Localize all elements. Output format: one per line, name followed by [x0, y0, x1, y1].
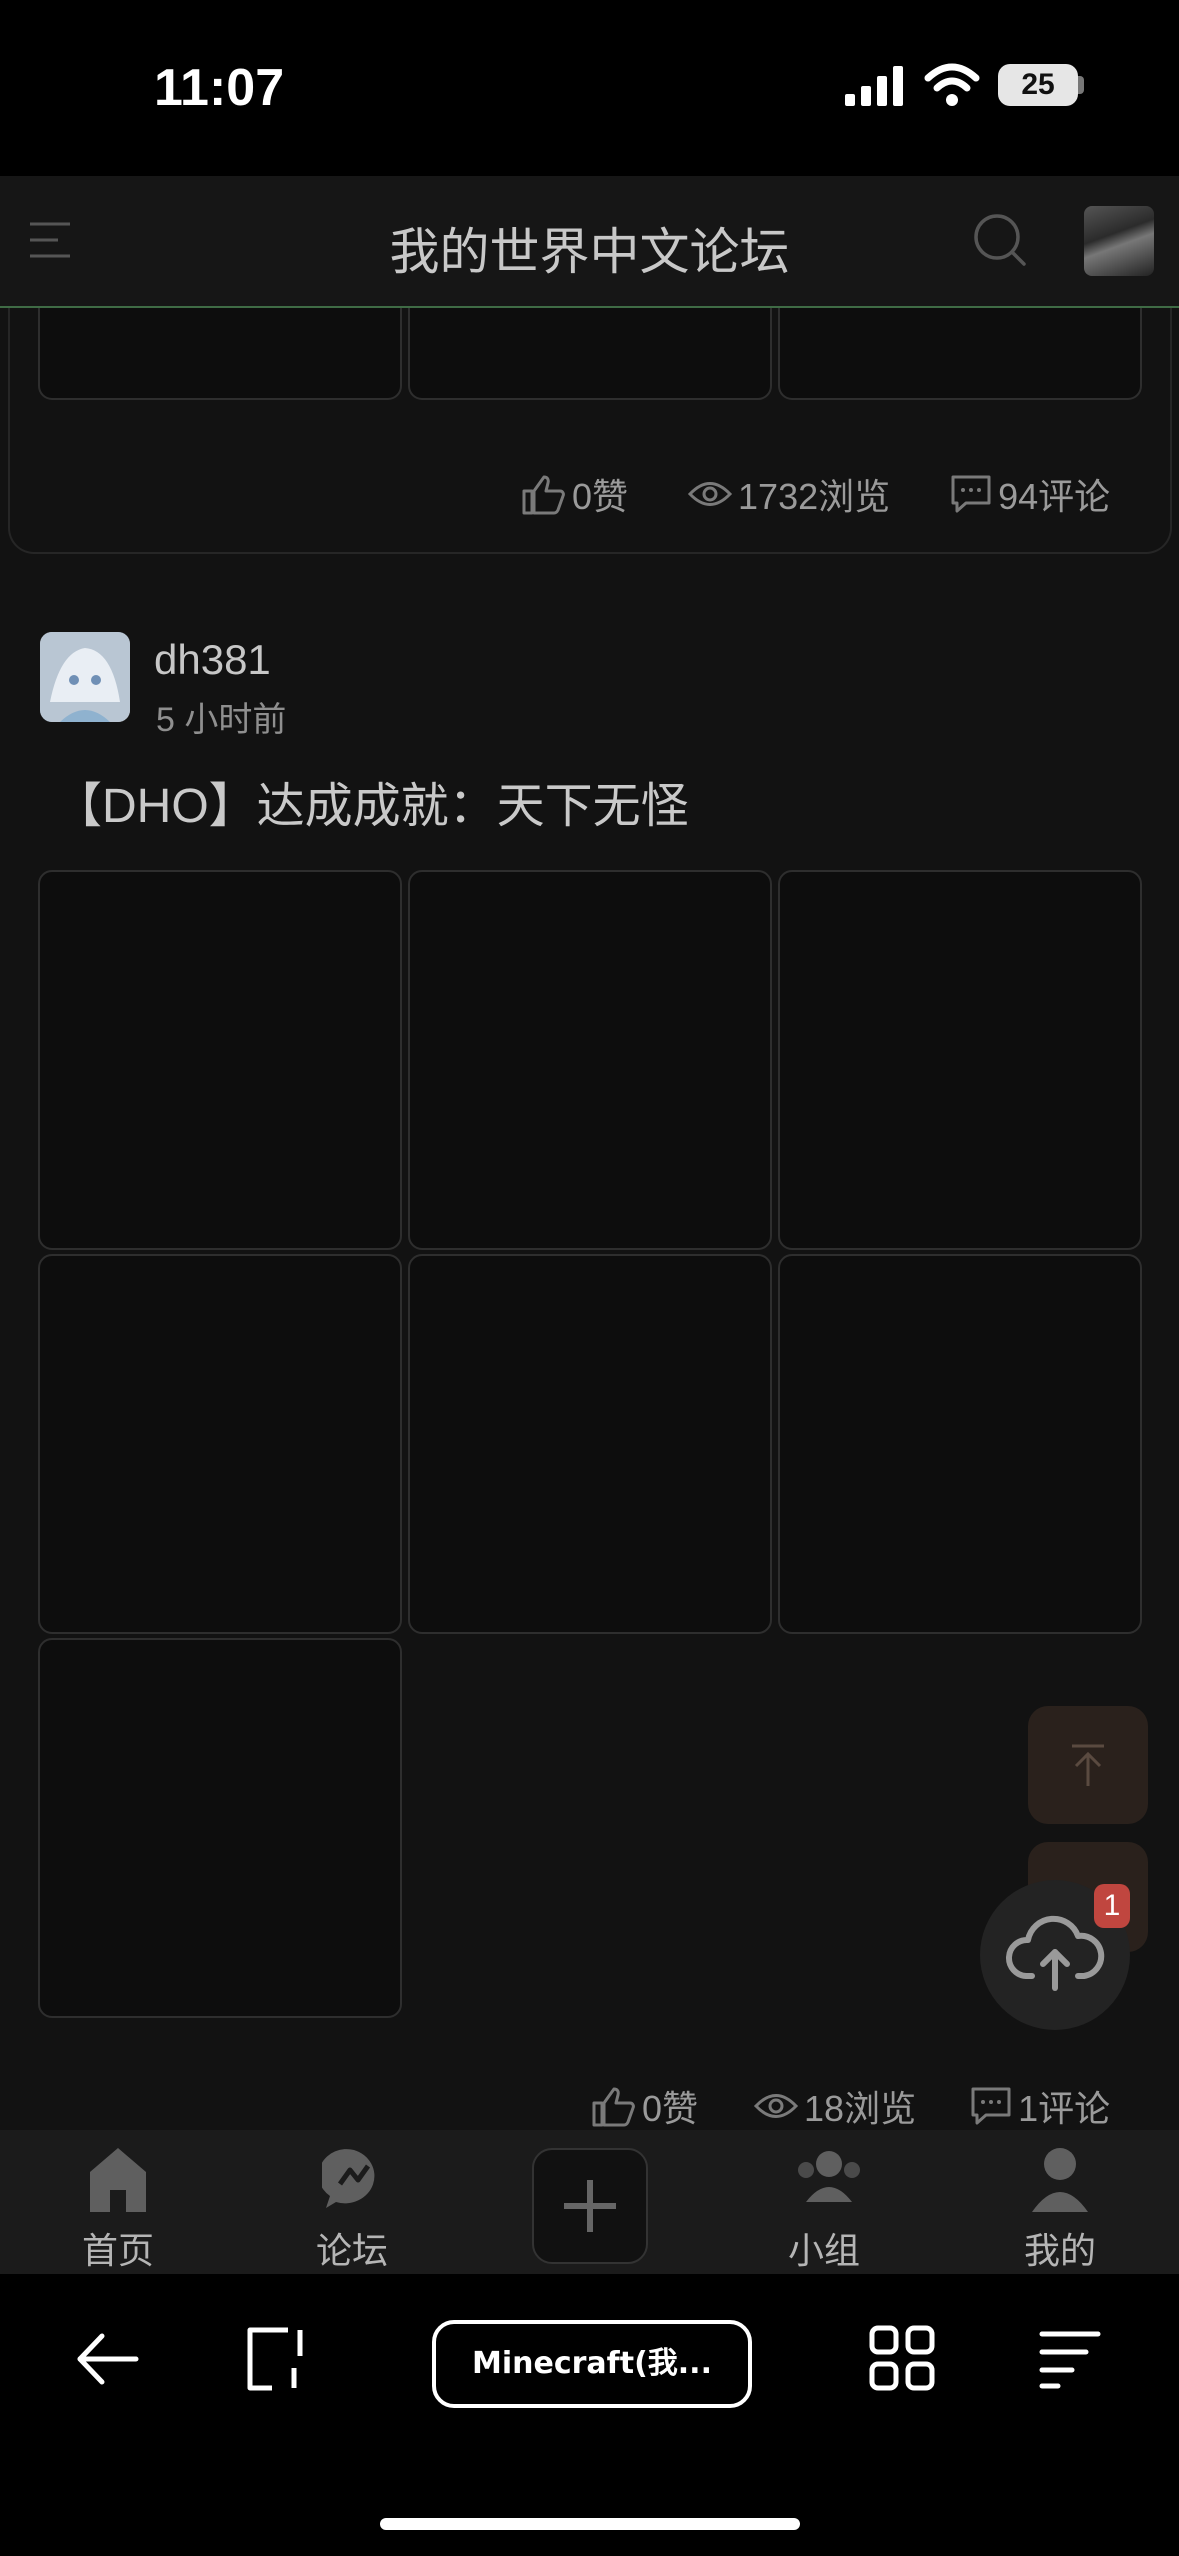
browser-menu-icon[interactable]	[1036, 2324, 1106, 2394]
like-count: 0赞	[572, 476, 629, 517]
tab-mine-label: 我的	[1023, 2230, 1096, 2271]
like-stat[interactable]: 0赞	[590, 2080, 698, 2130]
tab-home[interactable]: 首页	[38, 2130, 198, 2274]
comment-icon	[951, 475, 991, 513]
like-stat[interactable]: 0赞	[520, 468, 628, 520]
image-tile[interactable]	[38, 870, 402, 1250]
cellular-signal-icon	[845, 66, 903, 106]
tab-forum-label: 论坛	[315, 2230, 388, 2271]
image-tile[interactable]	[408, 308, 772, 400]
post-title[interactable]: 【DHO】达成成就：天下无怪	[54, 766, 689, 836]
image-tile[interactable]	[778, 308, 1142, 400]
tabs-count-icon[interactable]	[242, 2324, 312, 2394]
search-icon[interactable]	[972, 212, 1028, 268]
post-time: 5 小时前	[156, 701, 287, 739]
comment-stat[interactable]: 1评论	[970, 2080, 1110, 2130]
previous-post-stats: 0赞 1732浏览 94评论	[460, 468, 1110, 520]
tab-groups[interactable]: 小组	[744, 2130, 904, 2274]
comment-icon	[971, 2087, 1011, 2125]
author-avatar[interactable]	[40, 632, 130, 722]
comment-count: 94评论	[998, 476, 1111, 517]
battery-tip	[1078, 76, 1084, 94]
add-post-button[interactable]	[532, 2148, 648, 2264]
image-tile[interactable]	[408, 870, 772, 1250]
post-stats: 0赞 18浏览 1评论	[530, 2080, 1110, 2130]
tab-groups-label: 小组	[787, 2230, 860, 2271]
image-tile[interactable]	[38, 1254, 402, 1634]
status-time: 11:07	[154, 59, 285, 117]
battery-icon: 25	[998, 64, 1078, 106]
apps-grid-icon[interactable]	[868, 2324, 938, 2394]
view-count: 1732浏览	[738, 476, 891, 517]
anime-avatar-image	[40, 632, 130, 722]
home-icon	[90, 2148, 146, 2212]
bottom-tab-bar: 首页 论坛 小组 我的	[0, 2130, 1179, 2274]
plus-icon	[564, 2180, 616, 2232]
eye-icon	[754, 2094, 799, 2118]
tab-home-label: 首页	[81, 2230, 154, 2271]
thumb-up-icon	[522, 475, 565, 515]
profile-icon	[1032, 2148, 1088, 2212]
image-tile[interactable]	[38, 308, 402, 400]
scroll-to-top-button[interactable]	[1028, 1706, 1148, 1824]
url-tab-button[interactable]: Minecraft(我...	[432, 2320, 752, 2408]
view-count: 18浏览	[804, 2088, 917, 2129]
author-name[interactable]: dh381	[154, 636, 271, 684]
notification-badge: 1	[1094, 1884, 1130, 1928]
comment-stat[interactable]: 94评论	[950, 468, 1110, 520]
image-tile[interactable]	[778, 1254, 1142, 1634]
back-arrow-icon[interactable]	[72, 2324, 142, 2394]
eye-icon	[688, 482, 733, 506]
like-count: 0赞	[642, 2088, 699, 2129]
app-header: 我的世界中文论坛	[0, 176, 1179, 308]
home-indicator[interactable]	[380, 2518, 800, 2530]
image-tile[interactable]	[778, 870, 1142, 1250]
browser-toolbar: Minecraft(我...	[0, 2274, 1179, 2556]
image-tile[interactable]	[408, 1254, 772, 1634]
post-feed: 0赞 1732浏览 94评论 dh381 5 小时前 【DHO】达成成就：天下无…	[0, 308, 1179, 2130]
forum-chat-icon	[322, 2149, 375, 2208]
image-tile[interactable]	[38, 1638, 402, 2018]
arrow-up-icon	[1072, 1744, 1104, 1786]
group-users-icon	[798, 2151, 860, 2202]
view-stat: 18浏览	[754, 2080, 916, 2130]
wifi-icon	[924, 63, 980, 106]
tab-forum[interactable]: 论坛	[272, 2130, 432, 2274]
tab-mine[interactable]: 我的	[980, 2130, 1140, 2274]
view-stat: 1732浏览	[688, 468, 890, 520]
user-avatar[interactable]	[1084, 206, 1154, 276]
thumb-up-icon	[592, 2087, 635, 2127]
comment-count: 1评论	[1018, 2088, 1111, 2129]
status-bar: 11:07 25	[0, 0, 1179, 176]
